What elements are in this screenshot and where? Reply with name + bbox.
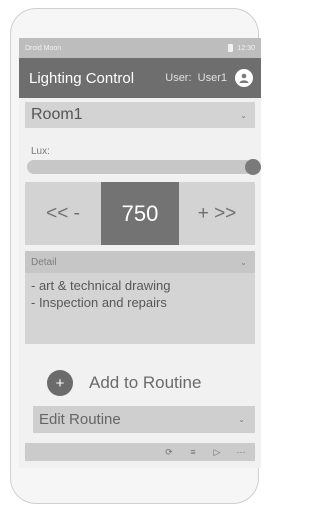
chevron-down-icon: ⌄	[240, 257, 247, 267]
add-to-routine-label[interactable]: Add to Routine	[89, 373, 201, 393]
edit-routine-select[interactable]: Edit Routine ⌄	[33, 406, 255, 433]
bottom-toolbar: ⟳ ≡ ▷ ⋯	[25, 443, 255, 461]
list-icon[interactable]: ≡	[187, 446, 199, 458]
lux-slider[interactable]	[27, 159, 261, 175]
play-icon[interactable]: ▷	[211, 446, 223, 458]
refresh-icon[interactable]: ⟳	[163, 446, 175, 458]
add-to-routine[interactable]: + Add to Routine	[47, 370, 261, 396]
carrier-label: Droid Moon	[25, 44, 62, 52]
more-icon[interactable]: ⋯	[235, 446, 247, 458]
increase-button[interactable]: + >>	[179, 182, 255, 245]
chevron-down-icon: ⌄	[238, 415, 245, 424]
app-bar: Lighting Control User: User1	[19, 58, 261, 98]
app-screen: Droid Moon 12:30 Lighting Control User: …	[19, 38, 261, 468]
chevron-down-icon: ⌄	[240, 110, 247, 120]
lux-label: Lux:	[31, 146, 50, 157]
room-select[interactable]: Room1 ⌄	[25, 102, 255, 128]
lux-stepper: << - 750 + >>	[25, 182, 255, 245]
user-label: User: User1	[165, 72, 227, 84]
detail-line: - art & technical drawing	[31, 278, 171, 293]
detail-line: - Inspection and repairs	[31, 295, 167, 310]
detail-panel: Detail ⌄ - art & technical drawing - Ins…	[25, 251, 255, 344]
person-icon[interactable]	[235, 69, 253, 87]
battery-icon	[228, 44, 234, 52]
plus-icon[interactable]: +	[47, 370, 73, 396]
room-select-value: Room1	[31, 106, 83, 123]
detail-label: Detail	[31, 256, 57, 268]
status-time: 12:30	[237, 44, 255, 52]
detail-text: - art & technical drawing - Inspection a…	[25, 273, 255, 315]
decrease-button[interactable]: << -	[25, 182, 101, 245]
edit-routine-value: Edit Routine	[39, 411, 121, 428]
lux-value: 750	[101, 182, 179, 245]
status-bar: Droid Moon 12:30	[19, 38, 261, 58]
app-title: Lighting Control	[29, 69, 135, 87]
detail-dropdown[interactable]: Detail ⌄	[25, 251, 255, 273]
slider-thumb[interactable]	[245, 159, 261, 175]
